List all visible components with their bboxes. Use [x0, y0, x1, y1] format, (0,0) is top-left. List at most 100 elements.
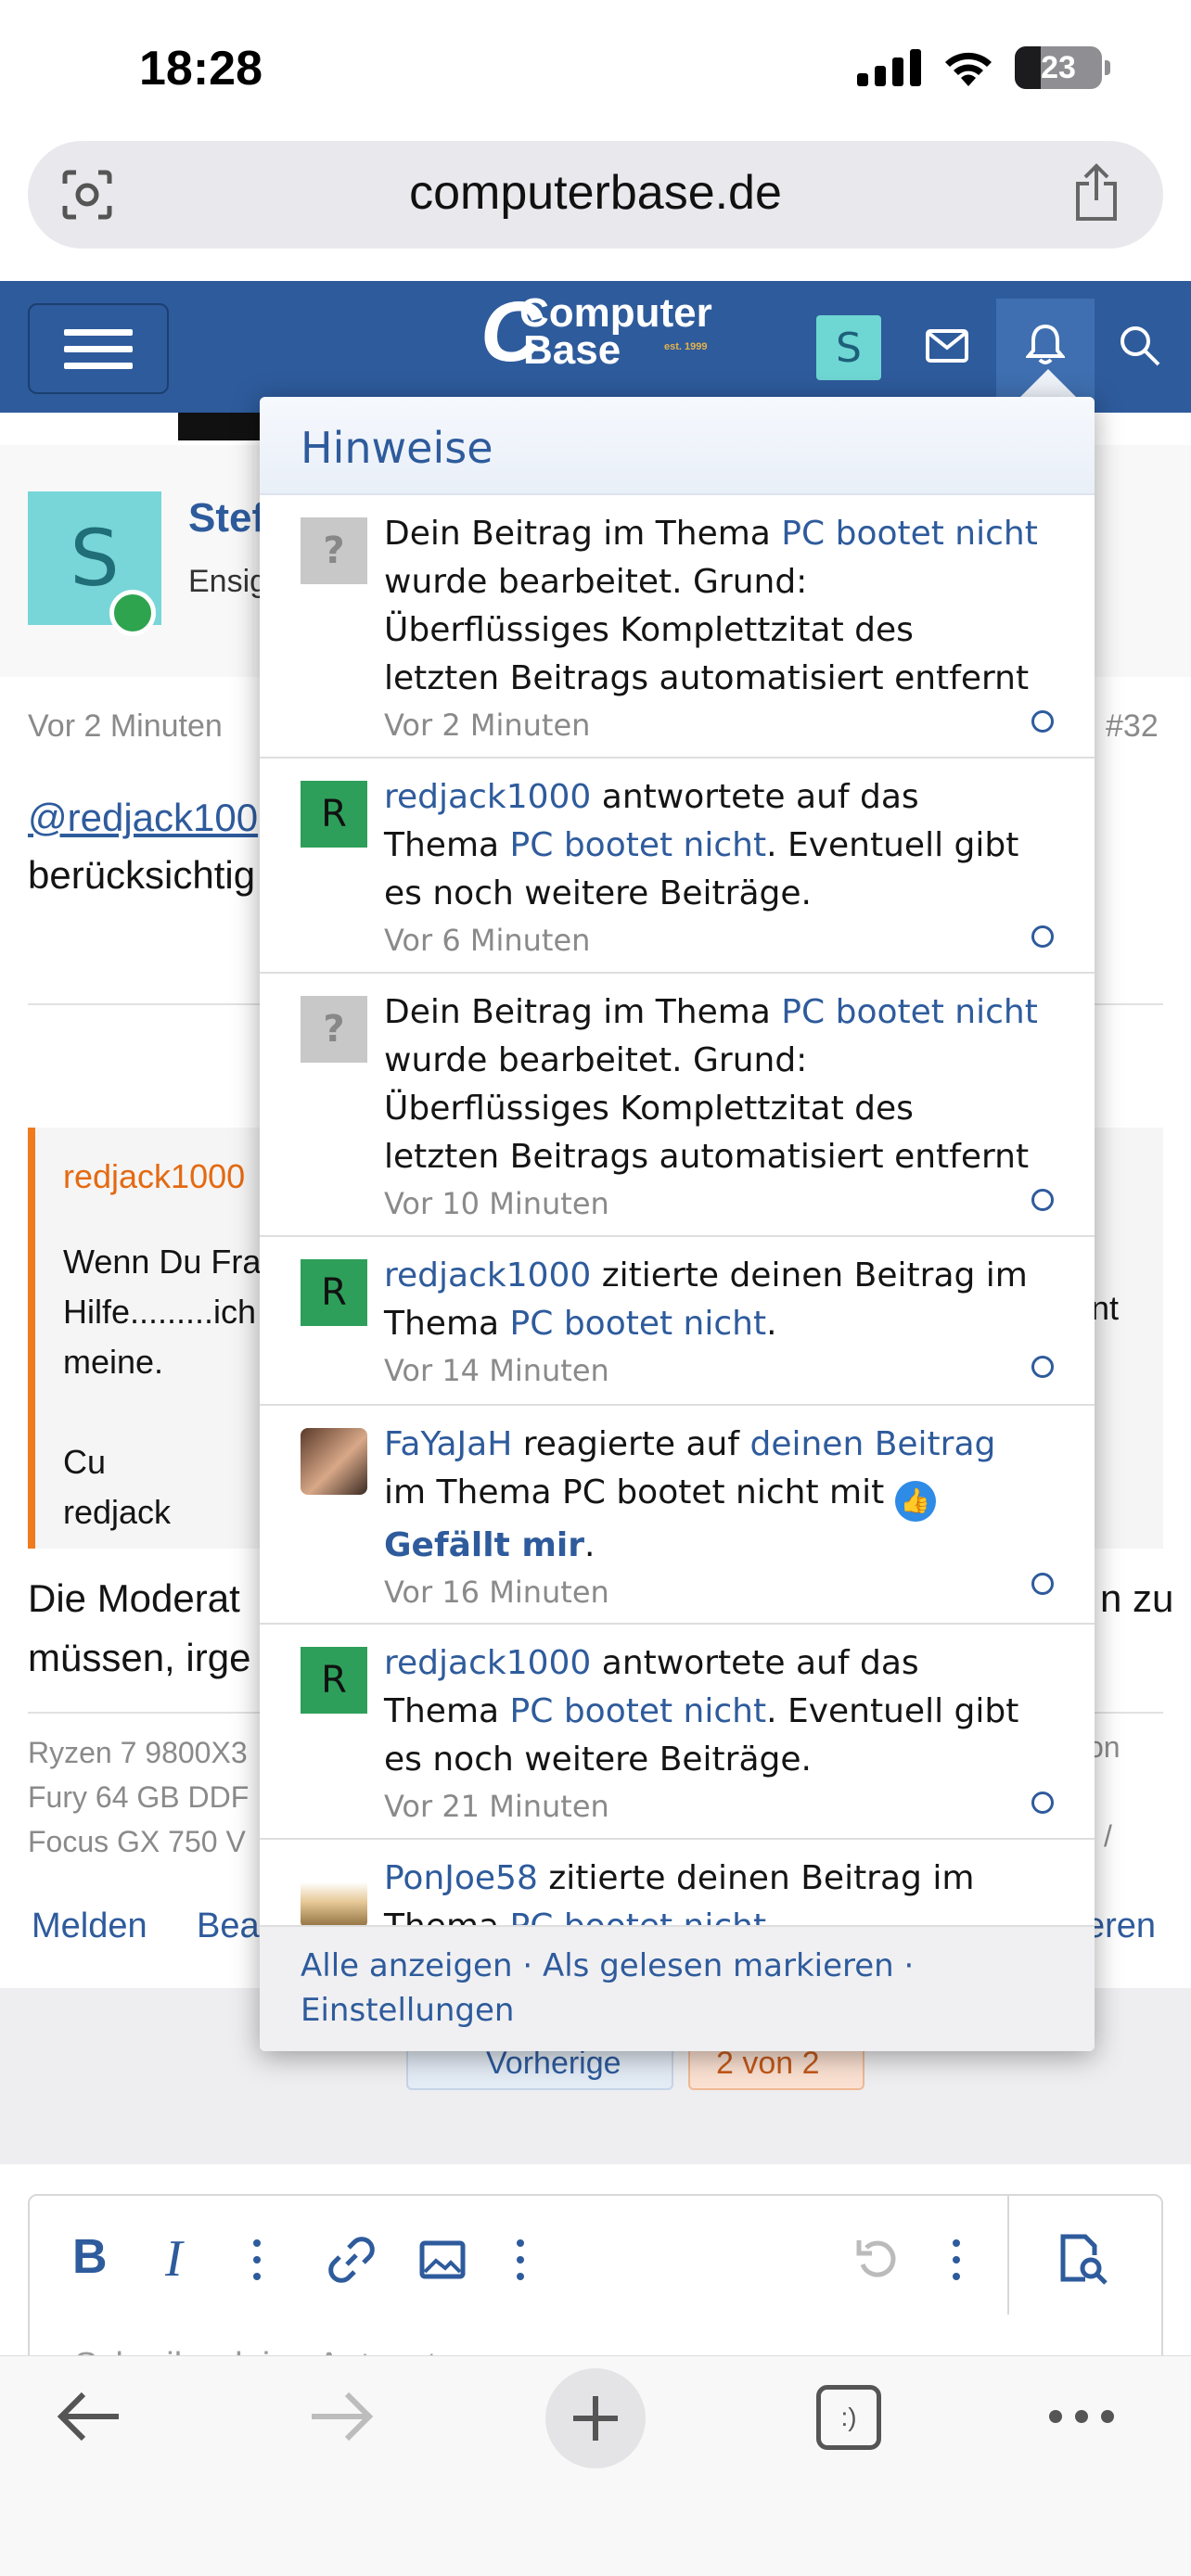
battery-level: 23 — [1041, 49, 1076, 85]
thread-link[interactable]: PC bootet nicht — [510, 826, 767, 864]
thread-link[interactable]: PC bootet nicht — [781, 515, 1038, 553]
notification-suffix: . — [583, 1526, 596, 1564]
quote-accent — [28, 1128, 35, 1549]
mark-read-toggle[interactable] — [1031, 1792, 1054, 1814]
more-options-icon[interactable] — [252, 2238, 262, 2281]
thread-link[interactable]: PC bootet nicht — [510, 1305, 767, 1343]
back-arrow-icon[interactable] — [56, 2391, 122, 2442]
notification-suffix: . — [766, 1305, 777, 1343]
status-icons: 23 — [857, 46, 1110, 89]
menu-button[interactable] — [28, 303, 169, 394]
settings-link[interactable]: Einstellungen — [301, 1992, 514, 2029]
quote-line: meine. — [63, 1343, 164, 1381]
signature-right: / — [1104, 1819, 1112, 1853]
notification-text: FaYaJaH reagierte auf deinen Beitrag im … — [384, 1421, 1039, 1570]
mark-read-toggle[interactable] — [1031, 1189, 1054, 1211]
notification-prefix: Dein Beitrag im Thema — [384, 993, 782, 1031]
show-all-link[interactable]: Alle anzeigen — [301, 1947, 513, 1984]
post-body-line: Die Moderat — [28, 1576, 240, 1620]
notifications-popup: Hinweise ? Dein Beitrag im Thema PC boot… — [260, 397, 1095, 2051]
notification-prefix: Dein Beitrag im Thema — [384, 515, 782, 553]
post-author-name[interactable]: Stef — [188, 495, 265, 542]
reply-link[interactable]: eren — [1085, 1906, 1156, 1946]
notification-item[interactable]: R redjack1000 antwortete auf das Thema P… — [260, 1625, 1095, 1840]
notification-item[interactable]: R redjack1000 antwortete auf das Thema P… — [260, 759, 1095, 974]
notification-time: Vor 14 Minuten — [384, 1353, 609, 1388]
more-options-icon[interactable] — [952, 2238, 961, 2281]
signature-line: Fury 64 GB DDF — [28, 1780, 250, 1814]
quote-line — [63, 1387, 261, 1437]
user-link[interactable]: redjack1000 — [384, 1256, 591, 1294]
mark-read-toggle[interactable] — [1031, 710, 1054, 733]
post-mention[interactable]: @redjack100 — [28, 796, 258, 840]
preview-icon[interactable] — [1057, 2233, 1109, 2285]
user-link[interactable]: redjack1000 — [384, 1644, 591, 1682]
post-body-line: müssen, irge — [28, 1636, 251, 1679]
mark-all-read-link[interactable]: Als gelesen markieren — [543, 1947, 894, 1984]
more-options-icon[interactable] — [516, 2238, 525, 2281]
notification-item[interactable]: FaYaJaH reagierte auf deinen Beitrag im … — [260, 1406, 1095, 1625]
notification-time: Vor 10 Minuten — [384, 1186, 609, 1221]
link-icon[interactable] — [328, 2237, 375, 2283]
user-photo-avatar — [301, 1862, 367, 1929]
notification-time: Vor 21 Minuten — [384, 1789, 609, 1824]
status-time: 18:28 — [139, 42, 263, 96]
post-time[interactable]: Vor 2 Minuten — [28, 708, 223, 745]
post-number[interactable]: #32 — [1106, 708, 1159, 745]
more-menu-icon[interactable] — [1048, 2409, 1115, 2424]
footer-separator: · — [893, 1947, 915, 1984]
search-icon[interactable] — [1119, 325, 1161, 367]
post-text: berücksichtig — [28, 853, 256, 897]
bell-icon[interactable] — [1026, 323, 1065, 365]
bold-button[interactable]: B — [72, 2229, 108, 2285]
edit-link[interactable]: Bea — [197, 1906, 260, 1946]
share-icon[interactable] — [1070, 163, 1122, 223]
notification-text: redjack1000 antwortete auf das Thema PC … — [384, 773, 1039, 918]
post-link[interactable]: deinen Beitrag — [749, 1425, 995, 1463]
notification-prefix: reagierte auf — [512, 1425, 750, 1463]
quote-author[interactable]: redjack1000 — [63, 1157, 245, 1196]
unknown-user-icon: ? — [301, 996, 367, 1063]
tabs-icon[interactable]: :) — [816, 2385, 881, 2450]
plus-icon[interactable] — [570, 2392, 621, 2444]
user-avatar[interactable]: S — [816, 315, 881, 380]
user-photo-avatar — [301, 1428, 367, 1495]
battery-icon: 23 — [1015, 46, 1110, 89]
inbox-icon[interactable] — [926, 329, 968, 363]
mark-read-toggle[interactable] — [1031, 1356, 1054, 1378]
online-status-icon — [109, 590, 156, 636]
popup-title: Hinweise — [260, 397, 1095, 495]
user-link[interactable]: redjack1000 — [384, 778, 591, 816]
notification-item[interactable]: ? Dein Beitrag im Thema PC bootet nicht … — [260, 495, 1095, 759]
forward-arrow-icon — [312, 2391, 374, 2442]
report-link[interactable]: Melden — [32, 1906, 147, 1946]
like-reaction-icon: 👍 — [894, 1481, 936, 1522]
mark-read-toggle[interactable] — [1031, 925, 1054, 948]
notification-time: Vor 6 Minuten — [384, 923, 591, 958]
notification-text: redjack1000 zitierte deinen Beitrag im T… — [384, 1252, 1039, 1348]
image-icon[interactable] — [419, 2240, 466, 2279]
notification-item[interactable]: ? Dein Beitrag im Thema PC bootet nicht … — [260, 974, 1095, 1237]
thread-link[interactable]: PC bootet nicht — [781, 993, 1038, 1031]
mark-read-toggle[interactable] — [1031, 1573, 1054, 1595]
url-text[interactable]: computerbase.de — [0, 165, 1191, 221]
quote-line: Hilfe.........ich — [63, 1293, 257, 1331]
notification-time: Vor 16 Minuten — [384, 1575, 609, 1610]
signature-line: Focus GX 750 V — [28, 1825, 246, 1858]
user-avatar-icon: R — [301, 1647, 367, 1714]
notification-item[interactable]: R redjack1000 zitierte deinen Beitrag im… — [260, 1237, 1095, 1406]
user-avatar-icon: R — [301, 1259, 367, 1326]
site-logo[interactable]: Computer Base C est. 1999 — [480, 289, 712, 375]
user-link[interactable]: FaYaJaH — [384, 1425, 512, 1463]
logo-c-glyph: C — [480, 285, 543, 379]
notification-time: Vor 2 Minuten — [384, 708, 591, 743]
quote-right-fragment: nt — [1091, 1289, 1120, 1327]
italic-button[interactable]: I — [165, 2229, 183, 2289]
user-link[interactable]: PonJoe58 — [384, 1859, 538, 1897]
notification-middle: im Thema PC bootet nicht mit — [384, 1473, 895, 1511]
quote-line: redjack — [63, 1493, 172, 1531]
undo-icon[interactable] — [853, 2235, 902, 2283]
reaction-label: Gefällt mir — [384, 1526, 584, 1564]
thread-link[interactable]: PC bootet nicht — [510, 1692, 767, 1730]
wifi-icon — [945, 52, 992, 86]
